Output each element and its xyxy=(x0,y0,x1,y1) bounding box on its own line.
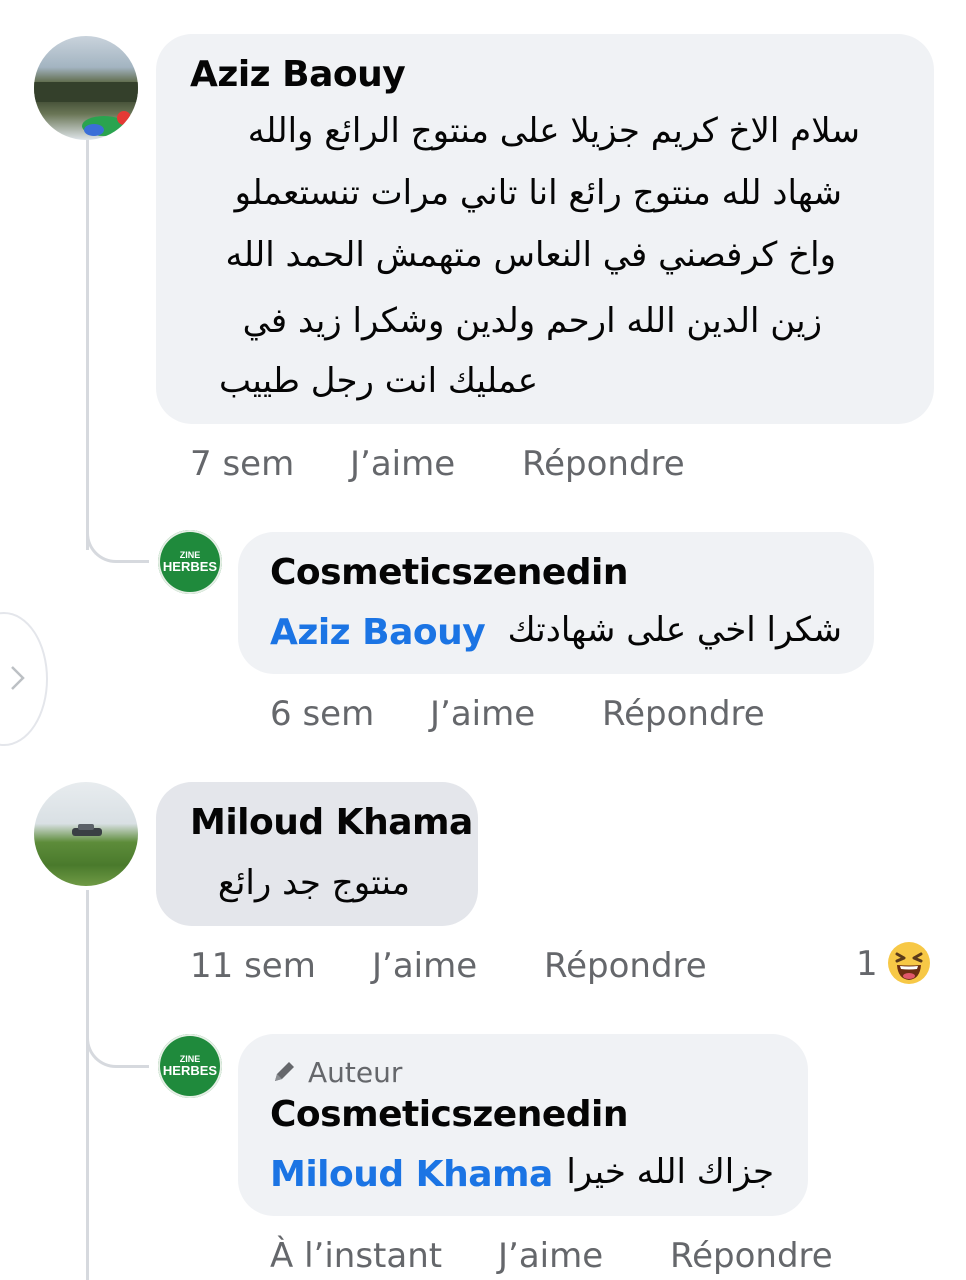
mention-link[interactable]: Aziz Baouy xyxy=(270,612,486,653)
thread-connector xyxy=(86,1025,149,1068)
reaction-summary[interactable]: 1 xyxy=(856,938,940,990)
comment-text-line: عمليك انت رجل طييب xyxy=(219,361,538,401)
laughing-emoji-icon xyxy=(886,940,932,990)
comment-text-line: واخ كرفصني في النعاس متهمش الحمد الله xyxy=(225,235,836,275)
like-button[interactable]: J’aime xyxy=(498,1236,603,1276)
comment-text-line: شهاد لله منتوج رائع انا تاني مرات تنستعم… xyxy=(234,173,842,213)
avatar[interactable]: ZINE HERBES xyxy=(158,530,222,594)
reply-button[interactable]: Répondre xyxy=(522,444,685,484)
like-button[interactable]: J’aime xyxy=(430,694,535,734)
reply-text-row: Aziz Baouy شكرا اخي على شهادتك xyxy=(270,606,850,662)
reply-author[interactable]: Cosmeticszenedin xyxy=(270,552,628,593)
thread-connector xyxy=(86,520,149,563)
reply-text: شكرا اخي على شهادتك xyxy=(507,610,842,650)
reaction-count: 1 xyxy=(856,944,878,984)
comment-timestamp[interactable]: 11 sem xyxy=(190,946,316,986)
comment-author[interactable]: Miloud Khama xyxy=(190,802,473,843)
comment-timestamp[interactable]: 6 sem xyxy=(270,694,374,734)
author-badge-label: Auteur xyxy=(308,1056,403,1089)
avatar[interactable] xyxy=(34,782,138,886)
reply-author[interactable]: Cosmeticszenedin xyxy=(270,1094,628,1135)
reply-button[interactable]: Répondre xyxy=(544,946,707,986)
reply-button[interactable]: Répondre xyxy=(670,1236,833,1276)
reply-text: جزاك الله خيرا xyxy=(566,1152,774,1192)
like-button[interactable]: J’aime xyxy=(372,946,477,986)
comment-text-line: زين الدين الله ارحم ولدين وشكرا زيد في xyxy=(242,301,822,341)
comment-text-line: منتوج جد رائع xyxy=(217,863,410,903)
avatar[interactable] xyxy=(34,36,138,140)
comment-timestamp[interactable]: À l’instant xyxy=(270,1236,442,1276)
avatar-brand-text: HERBES xyxy=(162,1063,218,1078)
reply-text-row: Miloud Khama جزاك الله خيرا xyxy=(270,1148,782,1204)
mention-link[interactable]: Miloud Khama xyxy=(270,1154,553,1195)
like-button[interactable]: J’aime xyxy=(350,444,455,484)
comment-author[interactable]: Aziz Baouy xyxy=(190,54,406,95)
comment-timestamp[interactable]: 7 sem xyxy=(190,444,294,484)
avatar[interactable]: ZINE HERBES xyxy=(158,1034,222,1098)
thread-line xyxy=(86,138,89,550)
thread-line xyxy=(86,890,89,1280)
reply-button[interactable]: Répondre xyxy=(602,694,765,734)
avatar-brand-text: HERBES xyxy=(162,559,218,574)
chevron-right-icon[interactable] xyxy=(8,664,28,696)
comment-text-line: سلام الاخ كريم جزيلا على منتوج الرائع وا… xyxy=(247,111,860,151)
pencil-icon xyxy=(270,1058,298,1090)
